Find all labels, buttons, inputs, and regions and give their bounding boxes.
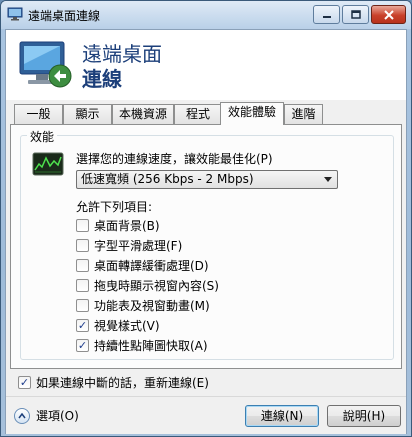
tab-advanced[interactable]: 進階 [284, 104, 323, 124]
minimize-icon [322, 15, 331, 18]
allow-items-label: 允許下列項目: [76, 200, 153, 214]
options-label: 選項(O) [36, 409, 79, 423]
performance-monitor-icon [32, 152, 64, 176]
close-icon [383, 9, 394, 20]
option-font-smoothing[interactable]: 字型平滑處理(F) [76, 237, 182, 253]
tab-programs[interactable]: 程式 [174, 104, 222, 124]
minimize-button[interactable] [313, 5, 340, 24]
tab-general[interactable]: 一般 [14, 104, 63, 124]
remote-desktop-window: 遠端桌面連線 遠端桌面 連線 一般 顯示 本機資源 程式 效能體驗 進階 效能 … [0, 0, 412, 437]
tab-local-resources[interactable]: 本機資源 [112, 104, 174, 124]
option-bitmap-caching[interactable]: ✓ 持續性點陣圖快取(A) [76, 337, 208, 353]
remote-desktop-icon [19, 41, 72, 88]
option-label: 視覺樣式(V) [94, 318, 160, 333]
close-button[interactable] [371, 5, 406, 24]
option-desktop-composition[interactable]: 桌面轉譯緩衝處理(D) [76, 257, 209, 273]
help-button[interactable]: 說明(H) [327, 405, 401, 427]
option-label: 持續性點陣圖快取(A) [94, 338, 208, 353]
option-label: 功能表及視窗動畫(M) [94, 298, 210, 313]
option-label: 字型平滑處理(F) [94, 238, 183, 253]
checkbox[interactable] [76, 298, 89, 312]
dialog-banner: 遠端桌面 連線 [6, 30, 406, 100]
dialog-content: 遠端桌面 連線 一般 顯示 本機資源 程式 效能體驗 進階 效能 選擇您的連線速… [5, 29, 407, 434]
option-window-drag[interactable]: 拖曳時顯示視窗內容(S) [76, 277, 219, 293]
checkbox[interactable] [76, 258, 89, 272]
reconnect-option[interactable]: ✓ 如果連線中斷的話，重新連線(E) [18, 374, 209, 391]
checkbox[interactable] [76, 218, 89, 232]
option-label: 拖曳時顯示視窗內容(S) [94, 278, 219, 293]
connection-speed-value: 低速寬頻 (256 Kbps - 2 Mbps) [81, 172, 254, 186]
checkbox[interactable] [76, 278, 89, 292]
checkbox-checked[interactable]: ✓ [76, 338, 89, 352]
option-visual-styles[interactable]: ✓ 視覺樣式(V) [76, 317, 160, 333]
checkbox-checked[interactable]: ✓ [76, 318, 89, 332]
reconnect-label: 如果連線中斷的話，重新連線(E) [36, 376, 209, 390]
checkbox[interactable] [76, 238, 89, 252]
performance-group: 效能 選擇您的連線速度，讓效能最佳化(P) 低速寬頻 (256 Kbps - 2… [20, 128, 394, 360]
title-bar[interactable]: 遠端桌面連線 [1, 1, 411, 29]
maximize-icon [350, 10, 361, 19]
maximize-button[interactable] [342, 5, 369, 24]
experience-panel: 效能 選擇您的連線速度，讓效能最佳化(P) 低速寬頻 (256 Kbps - 2… [10, 124, 402, 369]
chevron-up-icon[interactable] [14, 407, 30, 424]
option-label: 桌面背景(B) [94, 218, 160, 233]
window-title: 遠端桌面連線 [28, 9, 101, 23]
connection-speed-select[interactable]: 低速寬頻 (256 Kbps - 2 Mbps) [76, 170, 338, 189]
option-label: 桌面轉譯緩衝處理(D) [94, 258, 209, 273]
checkbox-checked[interactable]: ✓ [18, 376, 31, 389]
tab-strip: 一般 顯示 本機資源 程式 效能體驗 進階 [10, 102, 406, 125]
connection-speed-label: 選擇您的連線速度，讓效能最佳化(P) [76, 152, 273, 166]
banner-title-line2: 連線 [82, 67, 122, 91]
remote-desktop-small-icon [7, 7, 23, 21]
option-menu-animation[interactable]: 功能表及視窗動畫(M) [76, 297, 210, 313]
tab-experience[interactable]: 效能體驗 [220, 102, 284, 125]
performance-group-label: 效能 [27, 128, 58, 145]
tab-display[interactable]: 顯示 [63, 104, 112, 124]
connect-button[interactable]: 連線(N) [245, 405, 319, 427]
options-toggle[interactable]: 選項(O) [14, 407, 79, 424]
chevron-down-icon [324, 177, 332, 182]
option-desktop-background[interactable]: 桌面背景(B) [76, 217, 160, 233]
dialog-footer: 選項(O) 連線(N) 說明(H) [6, 396, 406, 434]
